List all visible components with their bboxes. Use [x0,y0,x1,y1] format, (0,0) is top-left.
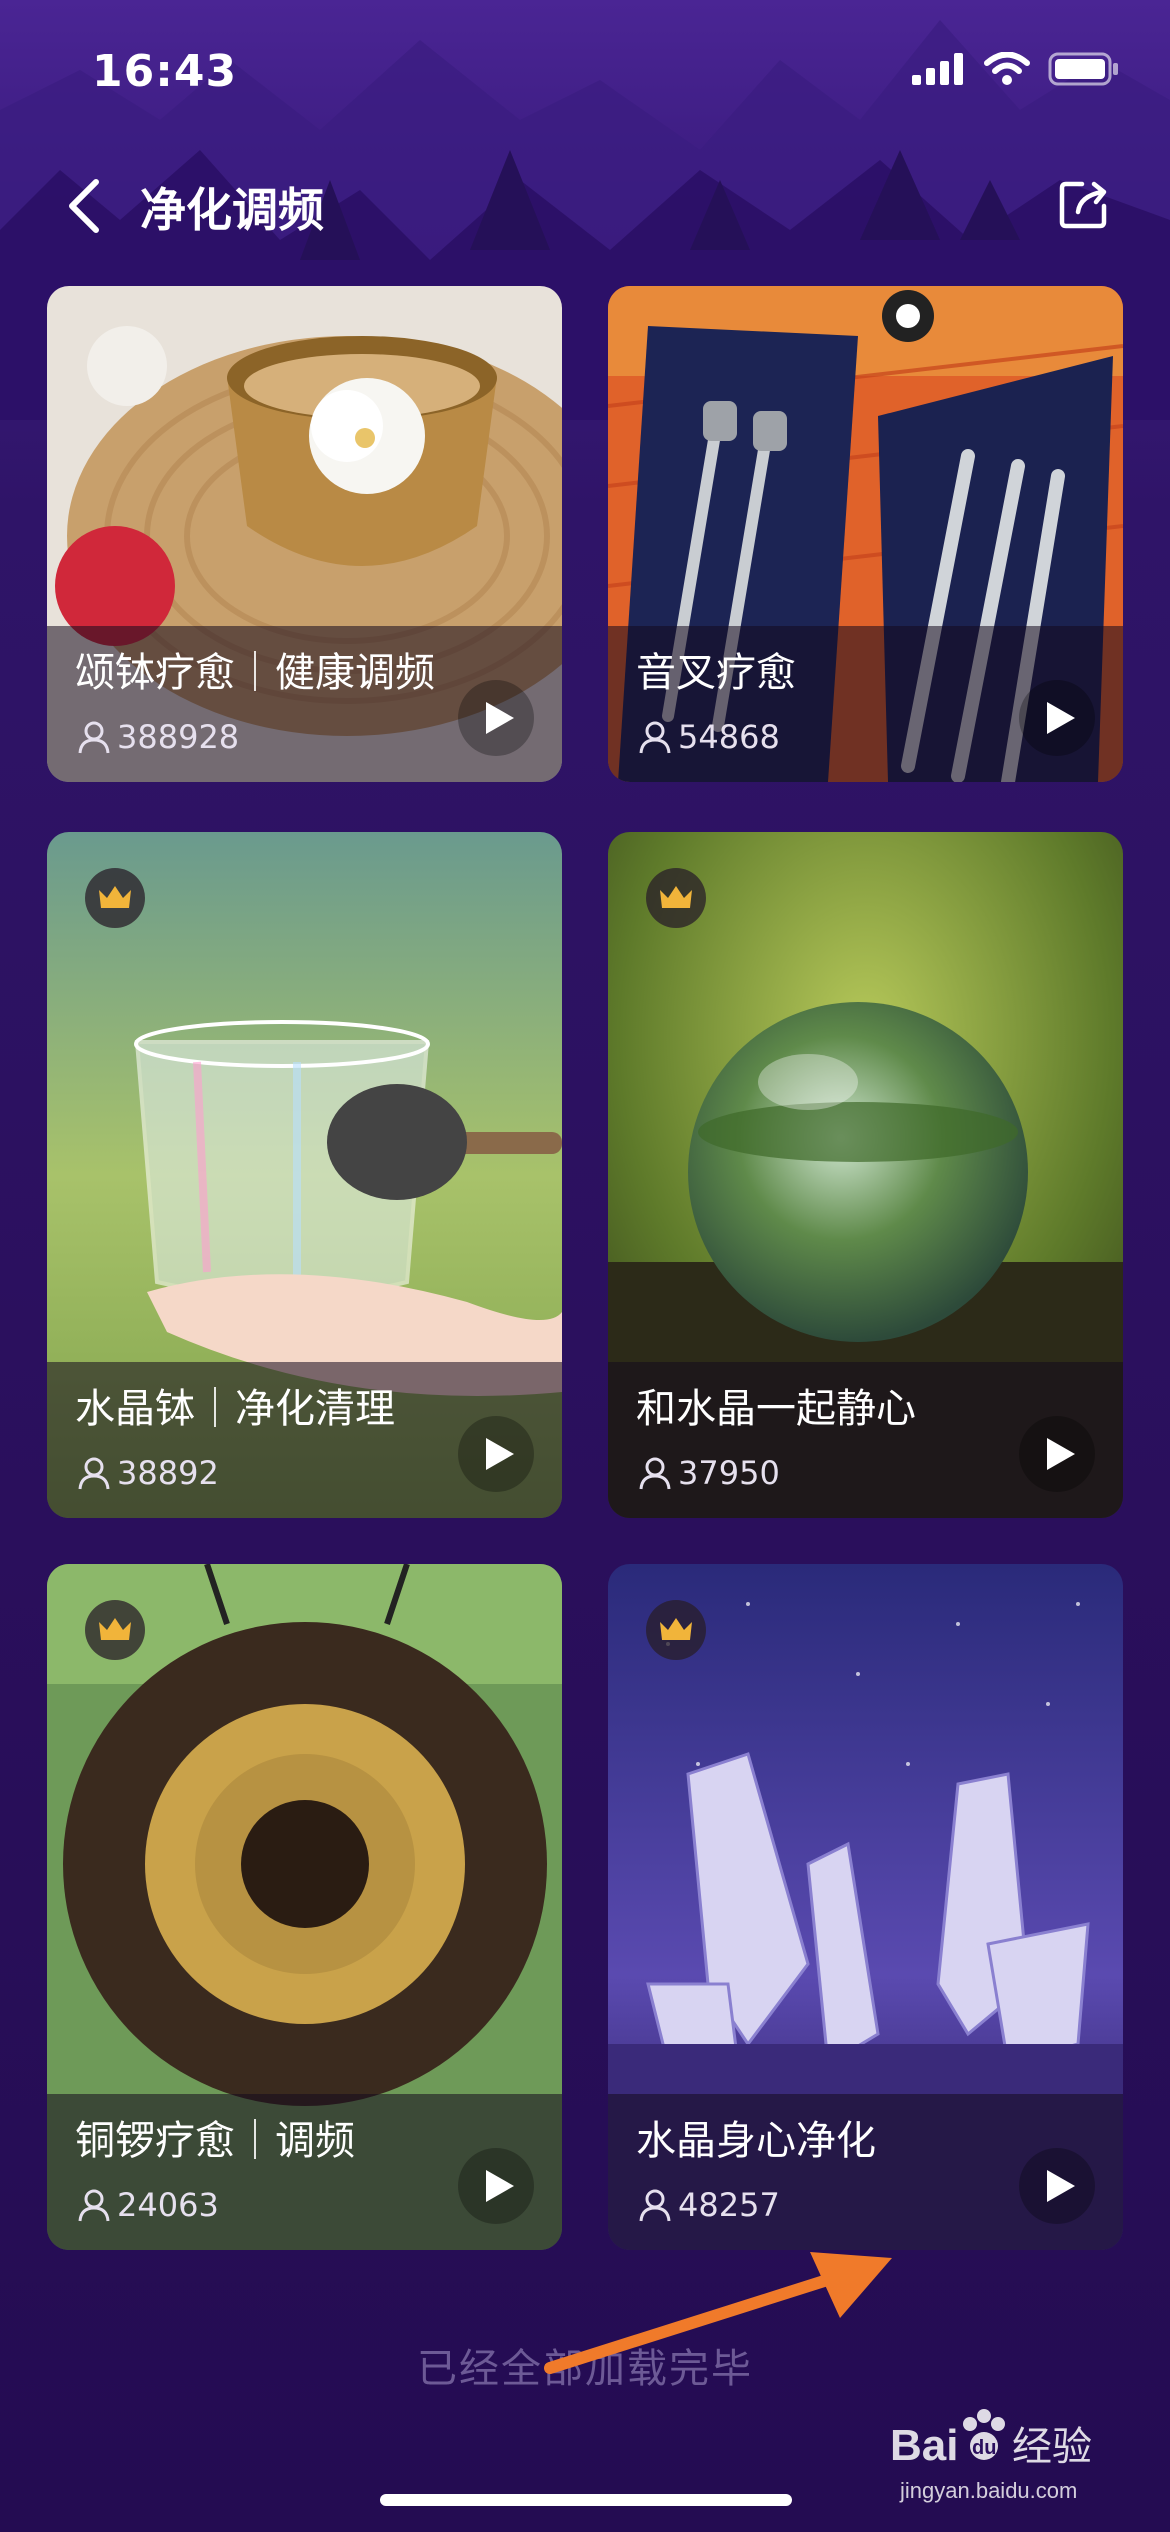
card-title: 音叉疗愈 [636,650,796,696]
card-title: 水晶钵｜净化清理 [75,1386,395,1432]
watermark-jingyan-text: 经验 [1012,2424,1092,2470]
card-title: 和水晶一起静心 [636,1386,916,1432]
vip-crown-badge [646,1600,706,1660]
signal-icon [912,53,963,85]
listener-count: 54868 [678,718,780,756]
user-icon [78,721,110,754]
user-icon [78,1457,110,1490]
card-crystal-ball[interactable]: 和水晶一起静心 37950 [608,832,1123,1518]
watermark-url: jingyan.baidu.com [899,2478,1077,2503]
user-icon [78,2189,110,2222]
user-icon [639,2189,671,2222]
vip-crown-badge [646,868,706,928]
play-icon[interactable] [458,2148,534,2224]
listener-count: 388928 [117,718,240,756]
user-icon [639,1457,671,1490]
crown-icon [99,886,131,908]
home-indicator[interactable] [380,2494,792,2506]
crown-icon [99,1618,131,1640]
play-icon[interactable] [458,1416,534,1492]
play-icon[interactable] [1019,1416,1095,1492]
baidu-jingyan-watermark: Bai du 经验 jingyan.baidu.com [890,2409,1092,2503]
card-crystal-bowl[interactable]: 水晶钵｜净化清理 38892 [47,832,562,1518]
listener-count: 38892 [117,1454,219,1492]
share-icon[interactable] [1054,174,1114,234]
status-bar: 16:43 [0,0,1170,140]
annotation-arrow [544,2252,892,2374]
card-title: 水晶身心净化 [636,2118,876,2164]
listener-count: 24063 [117,2186,219,2224]
card-title: 铜锣疗愈｜调频 [75,2118,355,2164]
vip-crown-badge [85,1600,145,1660]
listener-count: 48257 [678,2186,780,2224]
page-title: 净化调频 [140,183,324,237]
wifi-icon [984,52,1030,85]
card-singing-bowl[interactable]: 颂钵疗愈｜健康调频 388928 [47,286,562,782]
crown-icon [660,1618,692,1640]
watermark-du-text: du [972,2437,996,2459]
crown-icon [660,886,692,908]
listener-count: 37950 [678,1454,780,1492]
user-icon [639,721,671,754]
card-crystal-cluster[interactable]: 水晶身心净化 48257 [608,1564,1123,2250]
battery-icon [1048,52,1118,86]
play-icon[interactable] [458,680,534,756]
card-tuning-fork[interactable]: 音叉疗愈 54868 [608,286,1123,782]
play-icon[interactable] [1019,680,1095,756]
nav-bar: 净化调频 [0,160,1170,250]
status-icons [912,52,1120,86]
card-gong[interactable]: 铜锣疗愈｜调频 24063 [47,1564,562,2250]
watermark-bai-text: Bai [890,2421,958,2470]
card-title: 颂钵疗愈｜健康调频 [75,650,435,696]
chevron-left-icon[interactable] [56,170,116,240]
vip-crown-badge [85,868,145,928]
status-time: 16:43 [92,46,238,97]
play-icon[interactable] [1019,2148,1095,2224]
